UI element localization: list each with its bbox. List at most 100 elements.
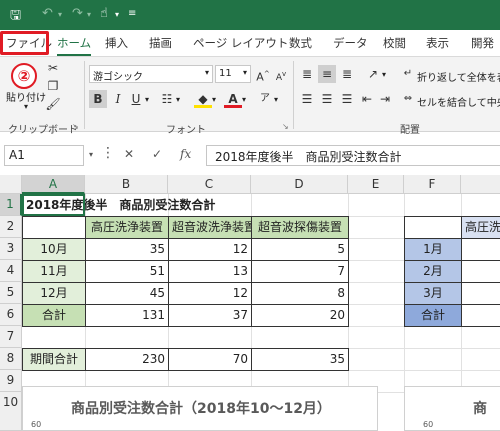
column-header-d[interactable]: D — [251, 175, 348, 194]
decrease-indent-icon[interactable]: ⇤ — [358, 90, 376, 108]
font-name-select[interactable]: 游ゴシック ▾ — [89, 65, 213, 83]
column-header-g[interactable] — [461, 175, 500, 194]
clipboard-launcher-icon[interactable]: ↘ — [72, 122, 79, 131]
phonetic-icon[interactable]: ア — [256, 90, 274, 108]
value-cell[interactable]: 51 — [85, 260, 169, 283]
total-value-cell[interactable]: 37 — [168, 304, 252, 327]
row-header-1[interactable]: 1 — [0, 194, 22, 216]
row-header-3[interactable]: 3 — [0, 238, 22, 260]
redo-icon[interactable]: ↷ — [72, 6, 83, 21]
period-total-value-cell[interactable]: 70 — [168, 348, 252, 371]
save-icon[interactable]: 🖫 — [10, 6, 21, 28]
tab-data[interactable]: データ — [333, 35, 368, 51]
cancel-icon[interactable]: ✕ — [124, 147, 134, 161]
value-cell[interactable]: 12 — [168, 238, 252, 261]
tab-insert[interactable]: 挿入 — [105, 35, 128, 51]
italic-button[interactable]: I — [109, 90, 127, 108]
align-middle-icon[interactable]: ≡ — [318, 65, 336, 83]
paste-dropdown-icon[interactable]: ▾ — [24, 102, 28, 111]
period-total-value-cell[interactable]: 230 — [85, 348, 169, 371]
value-cell[interactable]: 5 — [251, 238, 349, 261]
value-cell[interactable]: 35 — [85, 238, 169, 261]
column-header-a[interactable]: A — [22, 175, 85, 194]
format-painter-icon[interactable]: 🖌 — [44, 95, 62, 113]
fill-color-icon[interactable]: ◆ — [194, 90, 212, 108]
value-cell[interactable]: 13 — [168, 260, 252, 283]
tab-formulas[interactable]: 数式 — [289, 35, 312, 51]
align-center-icon[interactable]: ☰ — [318, 90, 336, 108]
row-header-9[interactable]: 9 — [0, 370, 22, 392]
enter-icon[interactable]: ✓ — [152, 147, 162, 161]
align-left-icon[interactable]: ☰ — [298, 90, 316, 108]
underline-dropdown-icon[interactable]: ▾ — [145, 95, 149, 104]
month-cell[interactable]: 11月 — [22, 260, 86, 283]
total-value-cell[interactable]: 131 — [85, 304, 169, 327]
tab-home[interactable]: ホーム — [57, 35, 92, 56]
right-value-cell[interactable] — [461, 238, 500, 261]
right-header-empty-cell[interactable] — [404, 216, 462, 239]
column-header-b[interactable]: B — [85, 175, 168, 194]
undo-icon[interactable]: ↶ — [42, 6, 53, 21]
insert-function-icon[interactable]: fx — [180, 147, 191, 161]
value-cell[interactable]: 12 — [168, 282, 252, 305]
underline-button[interactable]: U — [127, 90, 145, 108]
period-total-value-cell[interactable]: 35 — [251, 348, 349, 371]
touch-dropdown-icon[interactable]: ▾ — [115, 10, 119, 19]
header-cell-high-pressure[interactable]: 高圧洗浄装置 — [85, 216, 169, 239]
tab-draw[interactable]: 描画 — [149, 35, 172, 51]
merge-center-button[interactable]: セルを結合して中央 — [417, 94, 500, 109]
row-header-4[interactable]: 4 — [0, 260, 22, 282]
right-value-cell[interactable] — [461, 282, 500, 305]
right-chart[interactable]: 商 60 — [404, 386, 500, 431]
row-header-2[interactable]: 2 — [0, 216, 22, 238]
font-color-dropdown-icon[interactable]: ▾ — [242, 95, 246, 104]
increase-indent-icon[interactable]: ⇥ — [376, 90, 394, 108]
column-header-f[interactable]: F — [404, 175, 461, 194]
wrap-text-button[interactable]: 折り返して全体を表 — [417, 69, 500, 84]
name-box-dropdown-icon[interactable]: ▾ — [89, 150, 93, 159]
merge-center-icon[interactable]: ⇔ — [399, 90, 417, 108]
copy-icon[interactable]: ❐ — [44, 77, 62, 95]
right-header-cell[interactable]: 高圧洗 — [461, 216, 500, 239]
right-total-value-cell[interactable] — [461, 304, 500, 327]
total-label-cell[interactable]: 合計 — [22, 304, 86, 327]
border-icon[interactable]: ☷ — [158, 90, 176, 108]
bold-button[interactable]: B — [89, 90, 107, 108]
customize-qat-icon[interactable]: ≡ — [128, 8, 136, 19]
font-size-select[interactable]: 11 ▾ — [215, 65, 251, 83]
column-header-e[interactable]: E — [348, 175, 404, 194]
right-month-cell[interactable]: 1月 — [404, 238, 462, 261]
undo-dropdown-icon[interactable]: ▾ — [58, 10, 62, 19]
right-month-cell[interactable]: 3月 — [404, 282, 462, 305]
row-header-10[interactable]: 10 — [0, 392, 22, 431]
font-launcher-icon[interactable]: ↘ — [282, 122, 289, 131]
header-cell-ultrasonic-flaw[interactable]: 超音波探傷装置 — [251, 216, 349, 239]
left-chart[interactable]: 商品別受注数合計（2018年10〜12月） 60 — [22, 386, 378, 431]
column-header-c[interactable]: C — [168, 175, 251, 194]
right-total-label-cell[interactable]: 合計 — [404, 304, 462, 327]
right-month-cell[interactable]: 2月 — [404, 260, 462, 283]
period-total-label-cell[interactable]: 期間合計 — [22, 348, 86, 371]
header-cell-ultrasonic-wash[interactable]: 超音波洗浄装置 — [168, 216, 252, 239]
font-color-icon[interactable]: A — [224, 90, 242, 108]
border-dropdown-icon[interactable]: ▾ — [176, 95, 180, 104]
increase-font-icon[interactable]: A^ — [254, 65, 272, 84]
orientation-icon[interactable]: ↗ — [364, 65, 382, 83]
month-cell[interactable]: 12月 — [22, 282, 86, 305]
decrease-font-icon[interactable]: Av — [272, 65, 290, 83]
touch-mode-icon[interactable]: ☝ — [100, 6, 108, 21]
tab-developer[interactable]: 開発 — [471, 35, 494, 51]
select-all-button[interactable] — [0, 175, 22, 194]
formula-input[interactable]: 2018年度後半 商品別受注数合計 — [206, 145, 500, 166]
name-box[interactable]: A1 — [4, 145, 84, 166]
value-cell[interactable]: 45 — [85, 282, 169, 305]
right-value-cell[interactable] — [461, 260, 500, 283]
total-value-cell[interactable]: 20 — [251, 304, 349, 327]
orientation-dropdown-icon[interactable]: ▾ — [382, 70, 386, 79]
fill-dropdown-icon[interactable]: ▾ — [212, 95, 216, 104]
align-right-icon[interactable]: ☰ — [338, 90, 356, 108]
row-header-7[interactable]: 7 — [0, 326, 22, 348]
month-cell[interactable]: 10月 — [22, 238, 86, 261]
tab-review[interactable]: 校閲 — [383, 35, 406, 51]
wrap-text-icon[interactable]: ↵ — [399, 65, 417, 83]
